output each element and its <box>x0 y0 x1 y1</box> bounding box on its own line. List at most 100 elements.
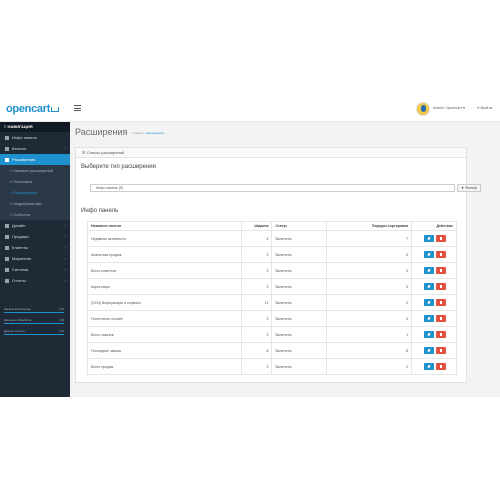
subitem-modifications[interactable]: » Модификаторы <box>0 198 70 209</box>
progress-bar <box>4 312 64 313</box>
uninstall-button[interactable] <box>436 315 447 322</box>
stat-value: 0% <box>59 318 64 322</box>
table-row: Карта мира 3 Включено 5 <box>86 278 457 295</box>
sidebar-item-label: Система <box>12 267 29 272</box>
col-width: Ширина <box>241 221 273 231</box>
choose-type-title: Выберите тип расширения <box>81 164 156 170</box>
chevron-right-icon: › <box>64 267 66 272</box>
edit-button[interactable] <box>424 235 435 242</box>
cell-width: 3 <box>241 262 273 279</box>
user-menu[interactable]: Admin Opencart ▾ <box>433 105 465 110</box>
stat-processing: Заказы в обработке 0% <box>4 318 64 324</box>
tag-icon <box>5 146 9 151</box>
breadcrumb: Главная › Расширения <box>132 131 164 135</box>
chevron-right-icon: › <box>64 234 66 239</box>
avatar[interactable] <box>416 102 430 116</box>
top-header: opencart Admin Opencart ▾ ⇥ Выйти <box>0 97 500 122</box>
cell-sort: 0 <box>326 294 413 311</box>
user-icon <box>5 245 9 250</box>
edit-button[interactable] <box>424 315 435 322</box>
monitor-icon <box>5 223 9 228</box>
gear-icon <box>5 267 9 272</box>
sidebar-item-extensions[interactable]: Расширения ‹ <box>0 154 70 165</box>
table-row: Всего продаж 3 Включено 2 <box>86 358 457 375</box>
sidebar-item-catalog[interactable]: Каталог › <box>0 143 70 154</box>
section-title: Инфо панель <box>81 208 119 214</box>
stat-complete: Заказы выполнены 0% <box>4 307 64 313</box>
logout-link[interactable]: ⇥ Выйти <box>476 105 492 110</box>
cell-name: Последние заказы <box>86 342 243 359</box>
edit-button[interactable] <box>424 347 435 354</box>
edit-button[interactable] <box>424 283 435 290</box>
cell-width: 12 <box>241 294 273 311</box>
chevron-right-icon: › <box>64 256 66 261</box>
sidebar-item-customers[interactable]: Клиенты › <box>0 242 70 253</box>
uninstall-button[interactable] <box>436 347 447 354</box>
screenshot-frame: opencart Admin Opencart ▾ ⇥ Выйти ≡ НАВИ… <box>0 0 500 500</box>
cell-status: Включено <box>271 326 328 343</box>
sidebar-item-label: Клиенты <box>12 245 29 250</box>
cell-actions <box>411 278 457 295</box>
cell-width: 8 <box>241 342 273 359</box>
cell-sort: 7 <box>326 230 413 247</box>
cell-width: 3 <box>241 278 273 295</box>
sidebar-item-system[interactable]: Система › <box>0 264 70 275</box>
cell-width: 3 <box>241 326 273 343</box>
table-row: Всего заказов 3 Включено 1 <box>86 326 457 343</box>
breadcrumb-current[interactable]: Расширения <box>146 131 163 135</box>
subitem-events[interactable]: » События <box>0 209 70 220</box>
sidebar-item-reports[interactable]: Отчеты › <box>0 275 70 286</box>
filter-button[interactable]: ▼ Фильтр <box>457 184 481 192</box>
extensions-panel: ☰ Список расширений Выберите тип расшире… <box>75 147 481 383</box>
table-row: Недавняя активность 4 Включено 7 <box>86 230 457 247</box>
opencart-logo[interactable]: opencart <box>6 103 60 115</box>
share-icon <box>5 256 9 261</box>
edit-button[interactable] <box>424 299 435 306</box>
cell-sort: 2 <box>326 358 413 375</box>
cell-status: Включено <box>271 246 328 263</box>
sidebar-item-label: Продажи <box>12 234 29 239</box>
sidebar-item-label: Маркетинг <box>12 256 32 261</box>
edit-button[interactable] <box>424 363 435 370</box>
subitem-extensions[interactable]: » Расширения <box>0 187 70 198</box>
subitem-marketplace[interactable]: » Магазин расширений <box>0 165 70 176</box>
extension-type-select[interactable]: Инфо панель (9) <box>90 184 455 192</box>
sidebar-item-design[interactable]: Дизайн › <box>0 220 70 231</box>
uninstall-button[interactable] <box>436 299 447 306</box>
stat-other: Другие статусы 0% <box>4 329 64 335</box>
select-value: Инфо панель (9) <box>96 186 123 190</box>
table-row: Последние заказы 8 Включено 8 <box>86 342 457 359</box>
cell-width: 3 <box>241 310 273 327</box>
edit-button[interactable] <box>424 331 435 338</box>
cell-actions <box>411 230 457 247</box>
cell-status: Включено <box>271 294 328 311</box>
col-name[interactable]: Название панели <box>86 221 243 231</box>
sidebar-item-dashboard[interactable]: Инфо панель <box>0 132 70 143</box>
uninstall-button[interactable] <box>436 267 447 274</box>
cart-icon <box>5 234 9 239</box>
uninstall-button[interactable] <box>436 251 447 258</box>
panel-title: Список расширений <box>86 150 125 155</box>
uninstall-button[interactable] <box>436 363 447 370</box>
cell-name: Аналитика продаж <box>86 246 243 263</box>
uninstall-button[interactable] <box>436 331 447 338</box>
table-row: Аналитика продаж 3 Включено 6 <box>86 246 457 263</box>
edit-button[interactable] <box>424 251 435 258</box>
cell-actions <box>411 326 457 343</box>
sidebar-item-marketing[interactable]: Маркетинг › <box>0 253 70 264</box>
subitem-installer[interactable]: » Установка <box>0 176 70 187</box>
uninstall-button[interactable] <box>436 283 447 290</box>
table-row: [OCN] Информация и сервисы 12 Включено 0 <box>86 294 457 311</box>
sidebar: ≡ НАВИГАЦИЯ Инфо панель Каталог › Расшире… <box>0 122 70 397</box>
col-action: Действие <box>411 221 457 231</box>
stat-label: Заказы выполнены <box>4 307 31 311</box>
uninstall-button[interactable] <box>436 235 447 242</box>
cell-width: 3 <box>241 246 273 263</box>
edit-button[interactable] <box>424 267 435 274</box>
admin-app: opencart Admin Opencart ▾ ⇥ Выйти ≡ НАВИ… <box>0 97 500 397</box>
table-header-row: Название панели Ширина Статус Порядок со… <box>86 221 457 231</box>
chevron-left-icon: ‹ <box>64 157 66 162</box>
breadcrumb-home[interactable]: Главная <box>132 131 143 135</box>
menu-toggle-icon[interactable] <box>74 105 81 111</box>
sidebar-item-sales[interactable]: Продажи › <box>0 231 70 242</box>
